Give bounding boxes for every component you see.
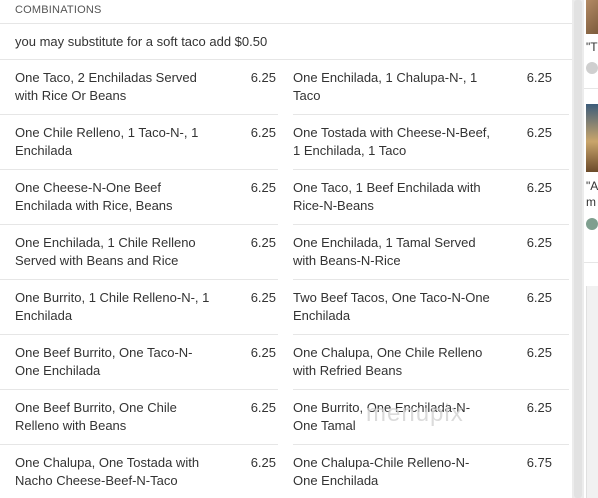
item-price: 6.25 (526, 345, 552, 360)
item-price: 6.25 (250, 235, 276, 250)
menu-row: One Taco, 2 Enchiladas Served with Rice … (0, 60, 572, 115)
item-price: 6.25 (250, 455, 276, 470)
divider (584, 262, 598, 263)
menu-row: One Beef Burrito, One Taco-N-One Enchila… (0, 335, 572, 390)
review-photo-thumbnail[interactable] (586, 104, 598, 172)
menu-item: One Chalupa, One Chile Relleno with Refr… (293, 335, 569, 390)
item-price: 6.25 (526, 400, 552, 415)
menu-item: One Taco, 1 Beef Enchilada with Rice-N-B… (293, 170, 569, 225)
menu-item: Two Beef Tacos, One Taco-N-One Enchilada… (293, 280, 569, 335)
item-name: One Tostada with Cheese-N-Beef, 1 Enchil… (293, 125, 491, 158)
item-name: One Cheese-N-One Beef Enchilada with Ric… (15, 180, 173, 213)
menu-item: One Chalupa-Chile Relleno-N-One Enchilad… (293, 445, 569, 498)
item-price: 6.25 (526, 70, 552, 85)
item-price: 6.25 (250, 70, 276, 85)
menu-item: One Chalupa, One Tostada with Nacho Chee… (0, 445, 278, 498)
item-name: One Beef Burrito, One Chile Relleno with… (15, 400, 177, 433)
item-name: One Chalupa, One Chile Relleno with Refr… (293, 345, 483, 378)
menu-item: One Enchilada, 1 Chile Relleno Served wi… (0, 225, 278, 280)
item-name: One Enchilada, 1 Chalupa-N-, 1 Taco (293, 70, 478, 103)
menu-item: One Taco, 2 Enchiladas Served with Rice … (0, 60, 278, 115)
review-photo-thumbnail[interactable] (586, 0, 598, 34)
divider (584, 88, 598, 89)
review-quote-continuation: m (586, 195, 596, 209)
avatar (586, 62, 598, 74)
item-name: One Enchilada, 1 Tamal Served with Beans… (293, 235, 476, 268)
menu-row: One Cheese-N-One Beef Enchilada with Ric… (0, 170, 572, 225)
item-price: 6.25 (526, 180, 552, 195)
item-name: One Chalupa-Chile Relleno-N-One Enchilad… (293, 455, 470, 488)
item-name: Two Beef Tacos, One Taco-N-One Enchilada (293, 290, 490, 323)
menu-row: One Chalupa, One Tostada with Nacho Chee… (0, 445, 572, 498)
avatar (586, 218, 598, 230)
item-name: One Chile Relleno, 1 Taco-N-, 1 Enchilad… (15, 125, 199, 158)
item-name: One Taco, 1 Beef Enchilada with Rice-N-B… (293, 180, 481, 213)
menu-item: One Cheese-N-One Beef Enchilada with Ric… (0, 170, 278, 225)
item-price: 6.75 (526, 455, 552, 470)
menu-row: One Chile Relleno, 1 Taco-N-, 1 Enchilad… (0, 115, 572, 170)
item-price: 6.25 (250, 345, 276, 360)
menu-item: One Enchilada, 1 Tamal Served with Beans… (293, 225, 569, 280)
review-quote: "T (586, 40, 598, 54)
item-name: One Chalupa, One Tostada with Nacho Chee… (15, 455, 200, 488)
scrollbar-thumb[interactable] (574, 0, 582, 498)
sidebar: "T "A m (584, 0, 598, 498)
menu-panel: COMBINATIONS you may substitute for a so… (0, 0, 572, 498)
menu-row: One Enchilada, 1 Chile Relleno Served wi… (0, 225, 572, 280)
menu-item: One Burrito, 1 Chile Relleno-N-, 1 Enchi… (0, 280, 278, 335)
item-price: 6.25 (250, 400, 276, 415)
scrollbar[interactable] (572, 0, 584, 498)
menu-row: One Beef Burrito, One Chile Relleno with… (0, 390, 572, 445)
item-name: One Beef Burrito, One Taco-N-One Enchila… (15, 345, 193, 378)
menu-items-grid: One Taco, 2 Enchiladas Served with Rice … (0, 60, 572, 498)
item-price: 6.25 (250, 180, 276, 195)
section-title: COMBINATIONS (0, 0, 572, 24)
item-price: 6.25 (526, 290, 552, 305)
menu-item: One Tostada with Cheese-N-Beef, 1 Enchil… (293, 115, 569, 170)
item-name: One Taco, 2 Enchiladas Served with Rice … (15, 70, 197, 103)
menu-item: One Chile Relleno, 1 Taco-N-, 1 Enchilad… (0, 115, 278, 170)
map-widget[interactable] (586, 286, 598, 498)
review-quote: "A (586, 179, 598, 193)
item-price: 6.25 (526, 235, 552, 250)
watermark: menupix (366, 400, 464, 427)
menu-item: One Beef Burrito, One Taco-N-One Enchila… (0, 335, 278, 390)
menu-item: One Beef Burrito, One Chile Relleno with… (0, 390, 278, 445)
substitution-note: you may substitute for a soft taco add $… (0, 24, 572, 60)
item-name: One Enchilada, 1 Chile Relleno Served wi… (15, 235, 196, 268)
item-price: 6.25 (526, 125, 552, 140)
item-name: One Burrito, 1 Chile Relleno-N-, 1 Enchi… (15, 290, 210, 323)
menu-item: One Enchilada, 1 Chalupa-N-, 1 Taco 6.25 (293, 60, 569, 115)
item-price: 6.25 (250, 125, 276, 140)
menu-row: One Burrito, 1 Chile Relleno-N-, 1 Enchi… (0, 280, 572, 335)
item-price: 6.25 (250, 290, 276, 305)
